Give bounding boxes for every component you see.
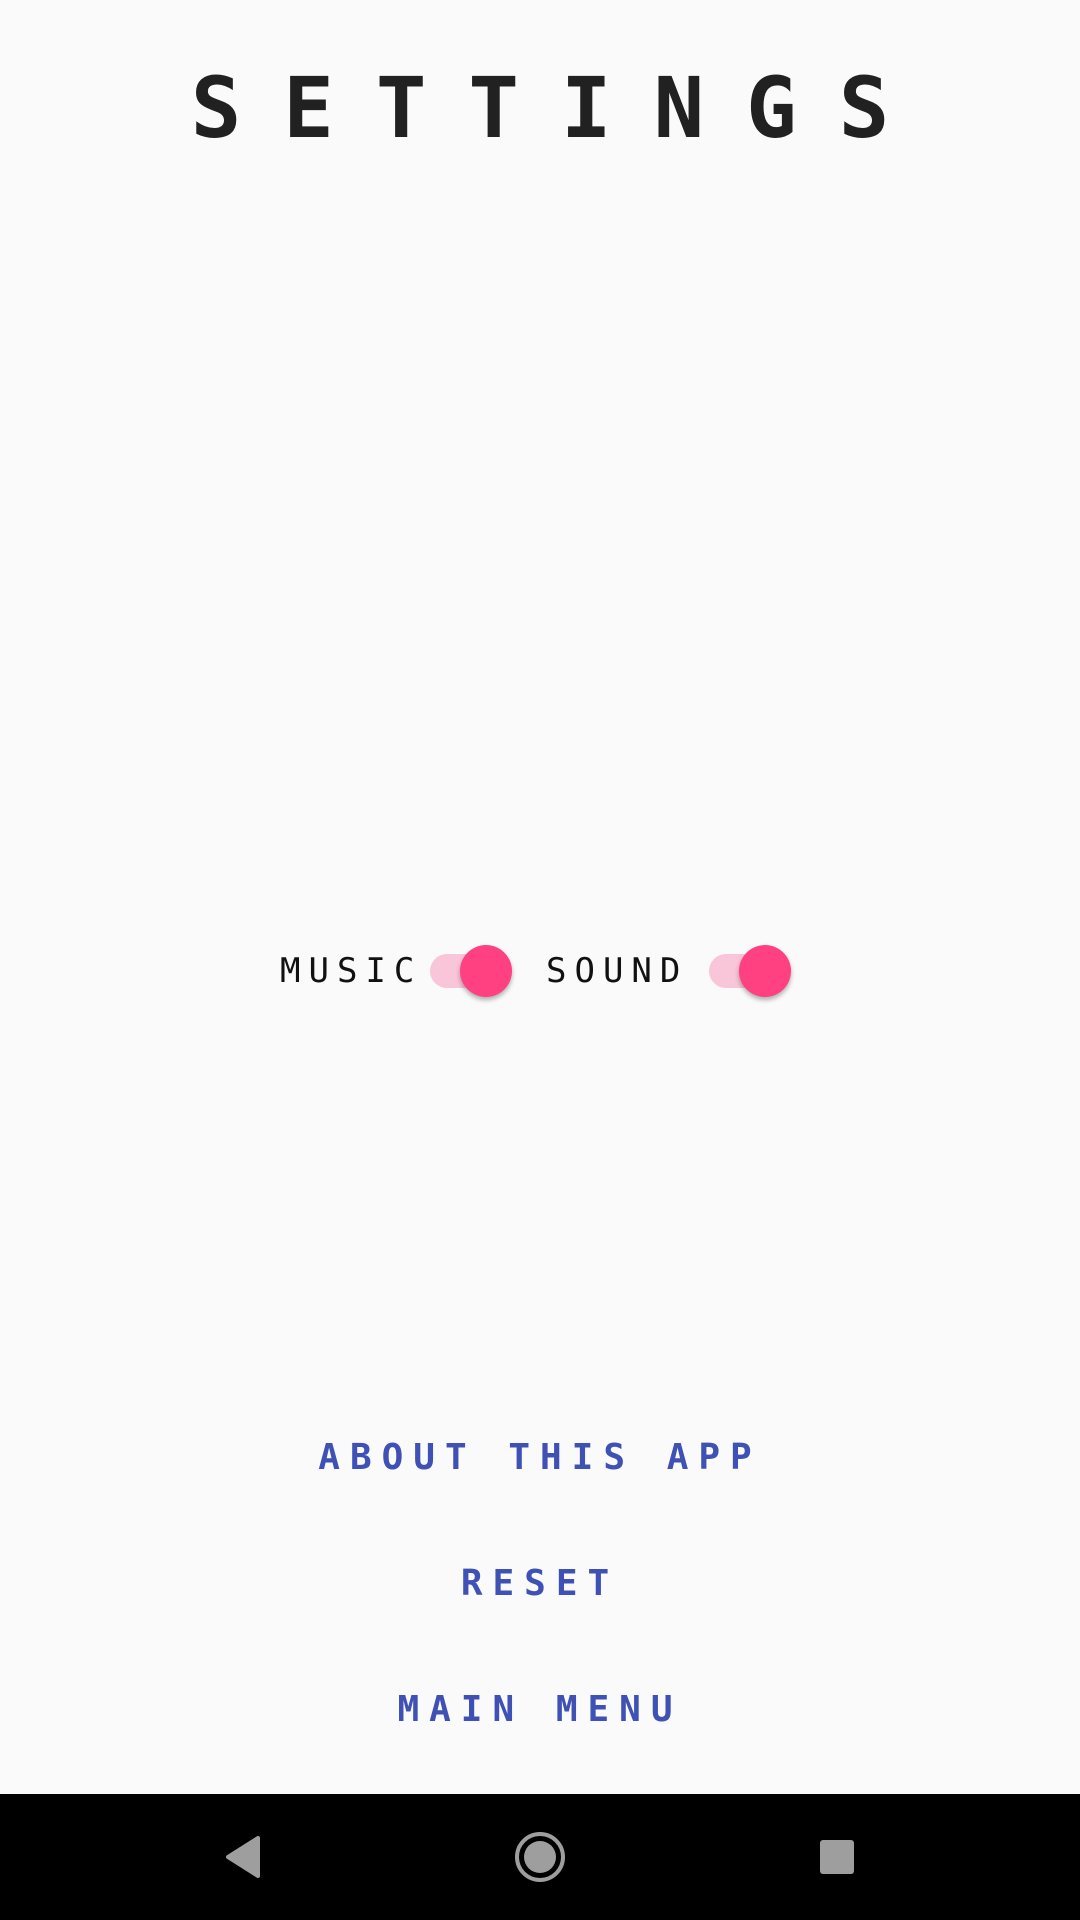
recents-icon[interactable] bbox=[820, 1840, 854, 1874]
music-label: MUSIC bbox=[280, 951, 423, 991]
sound-label: SOUND bbox=[546, 951, 689, 991]
sound-toggle-thumb[interactable] bbox=[739, 945, 791, 997]
settings-screen: SETTINGS MUSIC SOUND ABOUT THIS APP RESE… bbox=[0, 0, 1080, 1794]
page-title: SETTINGS bbox=[190, 59, 932, 157]
sound-toggle[interactable] bbox=[709, 940, 799, 1002]
music-toggle[interactable] bbox=[430, 940, 520, 1002]
music-toggle-thumb[interactable] bbox=[460, 945, 512, 997]
main-menu-button[interactable]: MAIN MENU bbox=[0, 1680, 1080, 1740]
back-icon[interactable] bbox=[222, 1832, 272, 1882]
home-icon[interactable] bbox=[513, 1830, 567, 1884]
audio-toggles: MUSIC SOUND bbox=[0, 940, 1080, 1002]
reset-button[interactable]: RESET bbox=[0, 1554, 1080, 1614]
system-nav-bar bbox=[0, 1794, 1080, 1920]
about-button[interactable]: ABOUT THIS APP bbox=[0, 1428, 1080, 1488]
